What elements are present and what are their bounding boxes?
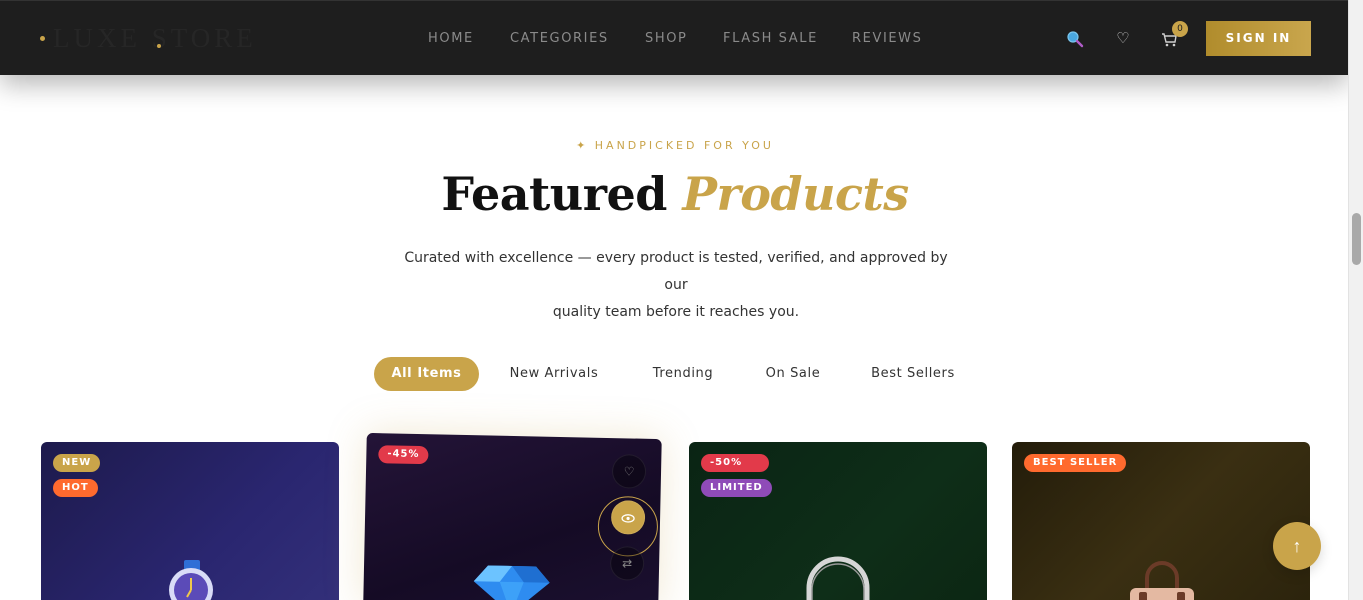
nav-flash-sale[interactable]: FLASH SALE [723,31,852,46]
nav-shop[interactable]: SHOP [645,31,723,46]
watch-icon [169,560,213,600]
product-card[interactable]: BEST SELLER [1012,442,1310,600]
tag-new: NEW [53,454,101,472]
sign-in-button[interactable]: SIGN IN [1206,21,1311,56]
arrow-up-icon: ↑ [1292,536,1302,556]
subtitle-line-1: Curated with excellence — every product … [404,250,948,293]
tag-discount: -50% [701,454,769,472]
eye-icon [621,513,635,523]
section-subtitle: Curated with excellence — every product … [400,245,952,326]
tag-limited: LIMITED [701,479,772,497]
brand-logo[interactable]: LUXE STORE [40,23,257,53]
site-header: LUXE STORE HOME CATEGORIES SHOP FLASH SA… [0,0,1348,75]
diamond-icon [473,565,550,600]
tab-on-sale[interactable]: On Sale [737,357,849,391]
tab-best-sellers[interactable]: Best Sellers [849,357,977,391]
handbag-icon [1130,561,1194,600]
wishlist-action-button[interactable]: ♡ [611,454,647,489]
brand-name: LUXE STORE [53,22,257,53]
tab-new-arrivals[interactable]: New Arrivals [479,357,629,391]
tab-all-items[interactable]: All Items [374,357,479,391]
nav-home[interactable]: HOME [428,31,510,46]
product-card[interactable]: NEW HOT [41,442,339,600]
tag-discount: -45% [378,445,429,465]
tag-best-seller: BEST SELLER [1024,454,1127,472]
product-card[interactable]: -45% ♡ ⇄ [363,432,662,600]
nav-reviews[interactable]: REVIEWS [852,31,932,46]
tag-hot: HOT [53,479,98,497]
scrollbar-thumb[interactable] [1352,213,1361,265]
heart-icon[interactable]: ♡ [1114,30,1132,48]
search-icon[interactable] [1066,30,1084,48]
filter-tabs: All Items New Arrivals Trending On Sale … [374,357,977,391]
title-main: Featured [441,167,667,221]
section-eyebrow: ✦ HANDPICKED FOR YOU [576,139,774,152]
page-scrollbar[interactable] [1348,0,1363,600]
back-to-top-button[interactable]: ↑ [1273,522,1321,570]
compare-action-button[interactable]: ⇄ [609,546,645,581]
logo-dot [40,35,45,41]
tab-trending[interactable]: Trending [629,357,737,391]
product-card[interactable]: -50% LIMITED [689,442,987,600]
subtitle-line-2: quality team before it reaches you. [552,304,800,320]
cart-count-badge: 0 [1172,21,1188,37]
title-accent: Products [682,167,909,221]
nav-categories[interactable]: CATEGORIES [510,31,645,46]
headphones-icon [806,556,870,600]
section-title: Featured Products [0,167,1350,221]
main-nav: HOME CATEGORIES SHOP FLASH SALE REVIEWS [428,31,932,46]
logo-dot-accent [157,44,161,48]
